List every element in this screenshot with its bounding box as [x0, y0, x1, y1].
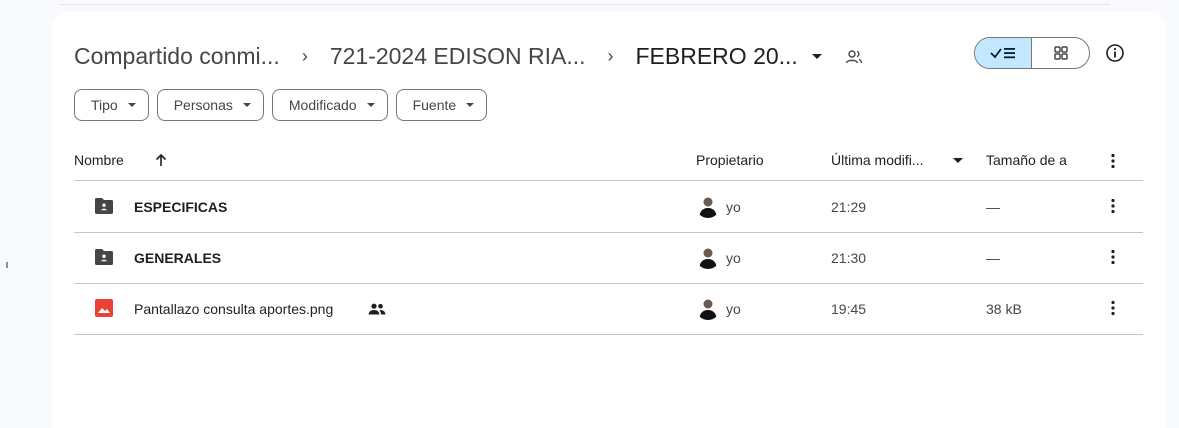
sort-dropdown-icon[interactable]: [953, 158, 963, 163]
filter-source-chip[interactable]: Fuente: [395, 89, 488, 121]
shared-folder-icon: [95, 249, 113, 265]
table-row[interactable]: Pantallazo consulta aportes.png yo 19:45…: [74, 284, 1143, 335]
image-file-icon: [95, 299, 113, 317]
modified-time: 21:30: [831, 250, 867, 266]
filter-modified-chip[interactable]: Modificado: [271, 89, 388, 121]
file-size: —: [986, 250, 1000, 266]
view-toggle: [974, 37, 1090, 69]
filter-label: Fuente: [412, 97, 457, 113]
filter-people-chip[interactable]: Personas: [156, 89, 264, 121]
file-size: —: [986, 199, 1000, 215]
breadcrumb-item-current[interactable]: FEBRERO 20...: [636, 43, 798, 70]
filter-label: Modificado: [288, 97, 357, 113]
file-size: 38 kB: [986, 301, 1022, 317]
filter-label: Tipo: [91, 97, 118, 113]
file-name[interactable]: Pantallazo consulta aportes.png: [134, 301, 333, 317]
arrow-up-icon[interactable]: [154, 153, 168, 167]
column-header-name[interactable]: Nombre: [74, 152, 124, 168]
list-view-button[interactable]: [975, 38, 1032, 68]
more-vert-icon[interactable]: [1111, 198, 1115, 214]
modified-time: 21:29: [831, 199, 867, 215]
owner-label: yo: [726, 301, 741, 317]
more-vert-icon[interactable]: [1111, 300, 1115, 316]
breadcrumb-separator: ›: [607, 45, 614, 66]
more-vert-icon[interactable]: [1111, 249, 1115, 265]
dropdown-arrow-icon: [242, 103, 251, 107]
avatar: [696, 296, 720, 320]
breadcrumb-item-parent[interactable]: 721-2024 EDISON RIA...: [330, 43, 586, 70]
top-divider: [60, 4, 1110, 5]
check-list-icon: [990, 48, 1015, 59]
shared-folder-icon: [95, 198, 113, 214]
column-header-size[interactable]: Tamaño de a: [986, 152, 1074, 168]
more-vert-icon[interactable]: [1111, 153, 1115, 169]
owner-label: yo: [726, 250, 741, 266]
column-header-owner[interactable]: Propietario: [696, 152, 764, 168]
table-row[interactable]: ESPECIFICAS yo 21:29 —: [74, 182, 1143, 233]
column-header-modified[interactable]: Última modifi...: [831, 152, 924, 168]
file-name[interactable]: ESPECIFICAS: [134, 199, 227, 215]
modified-time: 19:45: [831, 301, 867, 317]
shared-icon: [368, 303, 386, 315]
grid-icon: [1053, 46, 1068, 60]
filter-type-chip[interactable]: Tipo: [74, 89, 149, 121]
grid-view-button[interactable]: [1032, 38, 1089, 68]
dropdown-arrow-icon: [466, 103, 475, 107]
file-name[interactable]: GENERALES: [134, 250, 221, 266]
dropdown-arrow-icon: [127, 103, 136, 107]
info-icon[interactable]: [1104, 42, 1126, 64]
avatar: [696, 194, 720, 218]
breadcrumb: Compartido conmi... › 721-2024 EDISON RI…: [74, 36, 864, 76]
edge-marker: [6, 262, 8, 268]
owner-label: yo: [726, 199, 741, 215]
breadcrumb-item-shared[interactable]: Compartido conmi...: [74, 43, 280, 70]
table-row[interactable]: GENERALES yo 21:30 —: [74, 233, 1143, 284]
filter-bar: Tipo Personas Modificado Fuente: [74, 89, 488, 121]
table-header: Nombre Propietario Última modifi... Tama…: [74, 141, 1143, 181]
shared-users-icon[interactable]: [844, 46, 864, 66]
filter-label: Personas: [173, 97, 233, 113]
avatar: [696, 245, 720, 269]
chevron-down-icon[interactable]: [811, 53, 822, 59]
breadcrumb-separator: ›: [301, 45, 308, 66]
dropdown-arrow-icon: [366, 103, 375, 107]
